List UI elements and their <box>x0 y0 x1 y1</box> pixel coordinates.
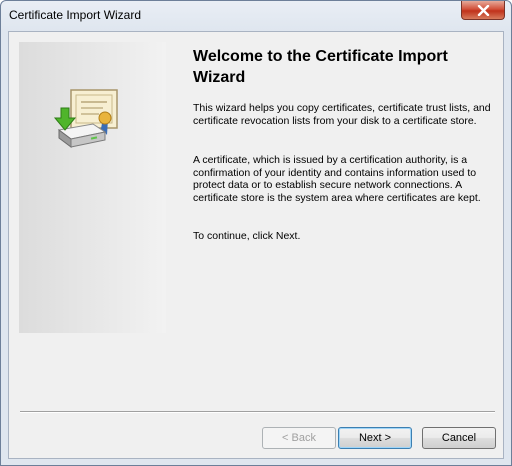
close-button[interactable] <box>461 1 505 20</box>
title-bar[interactable]: Certificate Import Wizard <box>1 1 511 31</box>
certificate-import-icon <box>53 89 118 148</box>
intro-paragraph: This wizard helps you copy certificates,… <box>193 102 491 127</box>
wizard-banner <box>19 42 166 333</box>
wizard-heading: Welcome to the Certificate Import Wizard <box>193 48 448 86</box>
wizard-window: Certificate Import Wizard Welcome to the… <box>0 0 512 466</box>
window-title: Certificate Import Wizard <box>9 8 142 22</box>
close-icon <box>477 5 490 16</box>
continue-instruction: To continue, click Next. <box>193 230 301 242</box>
back-button[interactable]: < Back <box>262 427 336 449</box>
button-separator <box>20 411 495 413</box>
next-button[interactable]: Next > <box>338 427 412 449</box>
cancel-button[interactable]: Cancel <box>422 427 496 449</box>
wizard-page: Welcome to the Certificate Import Wizard… <box>8 31 504 459</box>
certificate-description: A certificate, which is issued by a cert… <box>193 154 481 204</box>
